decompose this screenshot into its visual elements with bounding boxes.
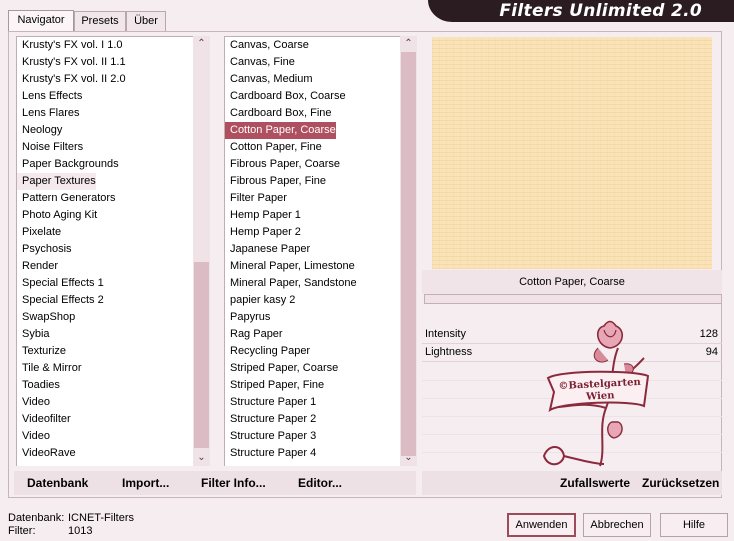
list-item[interactable]: Special Effects 2	[17, 292, 104, 309]
cancel-button[interactable]: Abbrechen	[583, 513, 651, 537]
list-item[interactable]: Cotton Paper, Coarse	[225, 122, 336, 139]
list-item[interactable]: Paper Backgrounds	[17, 156, 119, 173]
list-item[interactable]: Fibrous Paper, Coarse	[225, 156, 340, 173]
list-item[interactable]: Cardboard Box, Fine	[225, 105, 332, 122]
list-item[interactable]: Paper Textures	[17, 173, 96, 190]
list-item[interactable]: Videofilter	[17, 411, 71, 428]
list-item[interactable]: Japanese Paper	[225, 241, 310, 258]
list-item[interactable]: Structure Paper 1	[225, 394, 316, 411]
list-item[interactable]: Rag Paper	[225, 326, 283, 343]
filter-info-bar	[424, 294, 722, 304]
list-item[interactable]: Krusty's FX vol. II 2.0	[17, 71, 126, 88]
list-item[interactable]: Tile & Mirror	[17, 360, 81, 377]
list-item[interactable]: Structure Paper 3	[225, 428, 316, 445]
list-item[interactable]: VideoRave	[17, 445, 76, 462]
list-item[interactable]: papier kasy 2	[225, 292, 295, 309]
scroll-thumb[interactable]	[401, 52, 416, 456]
preview-image	[432, 37, 712, 269]
filter-info-button[interactable]: Filter Info...	[201, 471, 266, 495]
list-item[interactable]: Cotton Paper, Fine	[225, 139, 322, 156]
list-item[interactable]: Papyrus	[225, 309, 270, 326]
left-action-bar: Datenbank Import... Filter Info... Edito…	[14, 471, 416, 495]
list-item[interactable]: Hemp Paper 2	[225, 224, 301, 241]
control-label: Lightness	[425, 346, 473, 358]
list-item[interactable]: Filter Paper	[225, 190, 287, 207]
reset-button[interactable]: Zurücksetzen	[642, 471, 719, 495]
tab-uber[interactable]: Über	[126, 11, 166, 32]
status-label: Filter:	[8, 525, 36, 537]
list-item[interactable]: Structure Paper 4	[225, 445, 316, 462]
scroll-down-icon[interactable]: ⌄	[193, 450, 210, 466]
list-item[interactable]: Krusty's FX vol. II 1.1	[17, 54, 126, 71]
scroll-up-icon[interactable]: ⌃	[400, 36, 417, 52]
right-action-bar: Zufallswerte Zurücksetzen	[422, 471, 722, 495]
random-values-button[interactable]: Zufallswerte	[560, 471, 630, 495]
list-item[interactable]: Cardboard Box, Coarse	[225, 88, 346, 105]
list-item[interactable]: Canvas, Coarse	[225, 37, 309, 54]
list-item[interactable]: Striped Paper, Fine	[225, 377, 324, 394]
help-button[interactable]: Hilfe	[660, 513, 728, 537]
list-item[interactable]: Photo Aging Kit	[17, 207, 97, 224]
import-button[interactable]: Import...	[122, 471, 169, 495]
list-item[interactable]: Neology	[17, 122, 62, 139]
list-item[interactable]: Texturize	[17, 343, 66, 360]
list-item[interactable]: Psychosis	[17, 241, 72, 258]
scroll-thumb[interactable]	[194, 262, 209, 448]
control-value: 128	[699, 328, 718, 340]
status-value: 1013	[68, 525, 93, 537]
list-item[interactable]: Canvas, Medium	[225, 71, 313, 88]
list-item[interactable]: Canvas, Fine	[225, 54, 295, 71]
apply-button[interactable]: Anwenden	[507, 513, 576, 537]
list-item[interactable]: Toadies	[17, 377, 60, 394]
database-button[interactable]: Datenbank	[27, 471, 88, 495]
app-title: Filters Unlimited 2.0	[428, 0, 734, 22]
list-item[interactable]: Lens Effects	[17, 88, 82, 105]
editor-button[interactable]: Editor...	[298, 471, 342, 495]
list-item[interactable]: Lens Flares	[17, 105, 79, 122]
scroll-down-icon[interactable]: ⌄	[400, 450, 417, 466]
scroll-up-icon[interactable]: ⌃	[193, 36, 210, 52]
list-item[interactable]: Noise Filters	[17, 139, 83, 156]
list-item[interactable]: Recycling Paper	[225, 343, 310, 360]
control-value: 94	[705, 346, 718, 358]
status-info: Datenbank: ICNET-Filters Filter: 1013	[8, 512, 134, 538]
list-item[interactable]: Fibrous Paper, Fine	[225, 173, 326, 190]
list-item[interactable]: Structure Paper 2	[225, 411, 316, 428]
list-item[interactable]: SwapShop	[17, 309, 75, 326]
list-item[interactable]: Sybia	[17, 326, 50, 343]
category-list[interactable]: Krusty's FX vol. I 1.0 Krusty's FX vol. I…	[16, 36, 193, 466]
list-item[interactable]: Video	[17, 428, 50, 445]
list-item[interactable]: Render	[17, 258, 58, 275]
status-label: Datenbank:	[8, 512, 65, 524]
list-item[interactable]: Mineral Paper, Limestone	[225, 258, 355, 275]
list-item[interactable]: Video	[17, 394, 50, 411]
list-item[interactable]: Krusty's FX vol. I 1.0	[17, 37, 123, 54]
filter-scrollbar[interactable]: ⌃ ⌄	[400, 36, 417, 466]
status-value: ICNET-Filters	[68, 512, 134, 524]
tab-presets[interactable]: Presets	[74, 11, 126, 32]
control-label: Intensity	[425, 328, 466, 340]
list-item[interactable]: Striped Paper, Coarse	[225, 360, 338, 377]
filter-list[interactable]: Canvas, Coarse Canvas, Fine Canvas, Medium…	[224, 36, 400, 466]
list-item[interactable]: Pattern Generators	[17, 190, 116, 207]
list-item[interactable]: Pixelate	[17, 224, 61, 241]
tab-navigator[interactable]: Navigator	[8, 10, 74, 32]
list-item[interactable]: Hemp Paper 1	[225, 207, 301, 224]
list-item[interactable]: Mineral Paper, Sandstone	[225, 275, 357, 292]
category-scrollbar[interactable]: ⌃ ⌄	[193, 36, 210, 466]
list-item[interactable]: Special Effects 1	[17, 275, 104, 292]
filter-name-label: Cotton Paper, Coarse	[422, 270, 722, 294]
